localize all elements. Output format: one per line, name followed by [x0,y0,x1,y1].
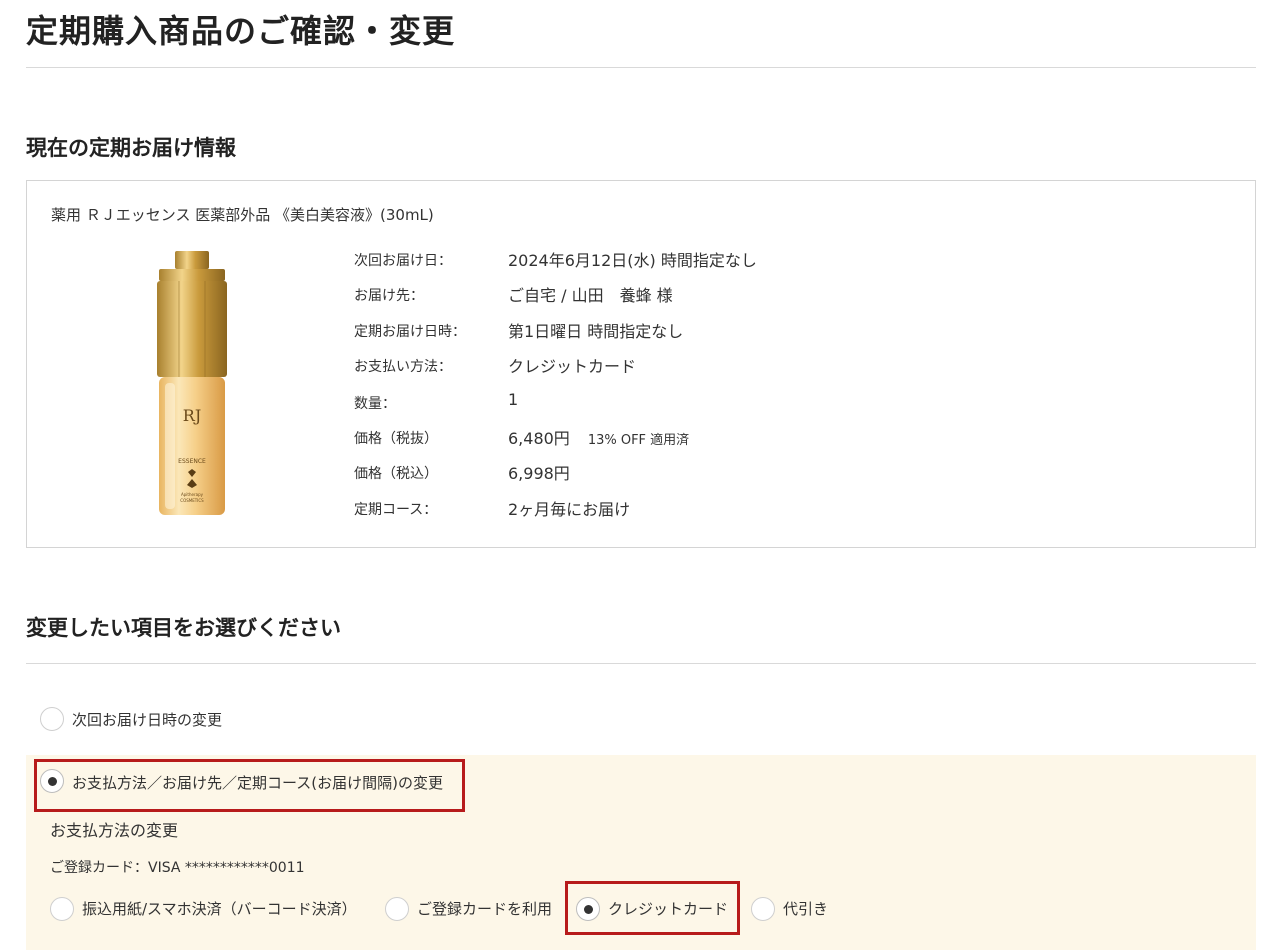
page-title: 定期購入商品のご確認・変更 [26,12,456,50]
detail-label: 次回お届け日： [354,253,452,269]
detail-row-price-excl-tax: 価格（税抜） 6,480円 13% OFF 適用済 [354,425,1154,449]
detail-label: お支払い方法： [354,359,452,375]
change-section-divider [26,663,1256,664]
price-value: 6,480円 [508,429,570,448]
registered-card-info: ご登録カード：VISA ************0011 [50,860,305,876]
detail-label: お届け先： [354,288,424,304]
detail-label: 価格（税込） [354,466,438,482]
detail-row-schedule: 定期お届け日時： 第1日曜日 時間指定なし [354,318,1154,341]
payment-change-subheading: お支払方法の変更 [50,821,179,840]
product-image: RJ ESSENCE Apitherapy COSMETICS [157,251,227,515]
detail-value: 1 [508,390,519,409]
detail-label: 定期コース： [354,502,438,518]
radio-registered-card[interactable] [385,897,409,921]
detail-value: 第1日曜日 時間指定なし [508,322,684,341]
label-registered-card[interactable]: ご登録カードを利用 [417,898,552,919]
option-label-next-delivery-change[interactable]: 次回お届け日時の変更 [72,709,222,730]
detail-label: 数量： [354,396,396,412]
detail-value: クレジットカード [508,357,637,376]
radio-next-delivery-change[interactable] [40,707,64,731]
label-cash-on-delivery[interactable]: 代引き [783,898,828,919]
detail-value: 6,480円 13% OFF 適用済 [508,425,689,449]
current-delivery-heading: 現在の定期お届け情報 [26,136,236,160]
product-name: 薬用 ＲＪエッセンス 医薬部外品 《美白美容液》(30mL) [51,206,434,224]
detail-label: 価格（税抜） [354,431,438,447]
detail-row-price-incl-tax: 価格（税込） 6,998円 [354,460,1154,483]
radio-bank-transfer[interactable] [50,897,74,921]
svg-text:Apitherapy: Apitherapy [181,492,204,497]
label-bank-transfer[interactable]: 振込用紙/スマホ決済（バーコード決済） [82,898,357,919]
title-divider [26,67,1256,68]
current-delivery-box: 薬用 ＲＪエッセンス 医薬部外品 《美白美容液》(30mL) RJ ESSENC… [26,180,1256,548]
highlight-box-credit-card [565,881,740,935]
detail-row-payment: お支払い方法： クレジットカード [354,353,1154,376]
change-section-heading: 変更したい項目をお選びください [26,616,341,640]
detail-value: 2024年6月12日(水) 時間指定なし [508,251,757,270]
detail-row-course: 定期コース： 2ヶ月毎にお届け [354,496,1154,519]
svg-text:RJ: RJ [183,406,201,425]
radio-cash-on-delivery[interactable] [751,897,775,921]
detail-value: 2ヶ月毎にお届け [508,500,631,519]
svg-text:COSMETICS: COSMETICS [180,498,204,503]
highlight-box-option [34,759,465,812]
detail-label: 定期お届け日時： [354,324,466,340]
detail-value: ご自宅 / 山田 養蜂 様 [508,286,673,305]
detail-row-address: お届け先： ご自宅 / 山田 養蜂 様 [354,282,1154,305]
detail-row-next-delivery: 次回お届け日： 2024年6月12日(水) 時間指定なし [354,247,1154,270]
discount-note: 13% OFF 適用済 [587,433,690,448]
detail-row-quantity: 数量： 1 [354,390,1154,412]
detail-value: 6,998円 [508,464,570,483]
svg-text:ESSENCE: ESSENCE [178,458,206,465]
